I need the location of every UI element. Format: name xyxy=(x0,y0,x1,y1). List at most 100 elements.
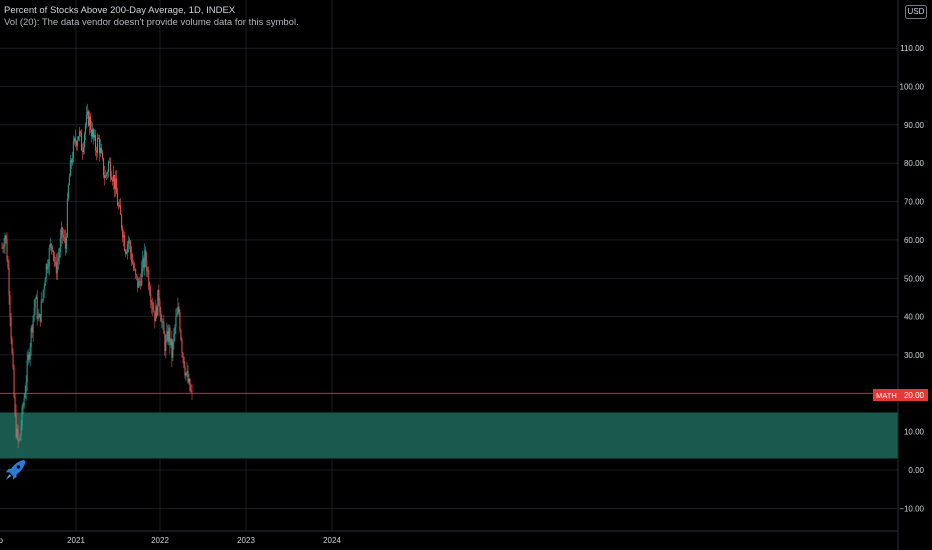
candle-body xyxy=(33,307,35,317)
candle-body xyxy=(92,129,94,138)
candle-body xyxy=(41,299,43,301)
candle-body xyxy=(151,302,153,305)
candle-body xyxy=(157,289,159,316)
candle-body xyxy=(86,111,88,115)
y-tick-label: 60.00 xyxy=(904,236,925,245)
candle-body xyxy=(172,341,174,358)
candle-body xyxy=(188,378,190,383)
candle-body xyxy=(133,263,135,269)
candle-body xyxy=(52,250,54,256)
candle-body xyxy=(54,261,56,263)
candle-body xyxy=(77,136,79,141)
candle-body xyxy=(64,238,66,249)
x-tick-label: 2022 xyxy=(151,536,169,545)
candle-body xyxy=(144,250,146,268)
candle-body xyxy=(99,138,101,153)
candle-body xyxy=(24,392,26,398)
candle-body xyxy=(90,129,92,137)
candle-body xyxy=(114,174,116,190)
candle-body xyxy=(111,177,113,180)
candle-body xyxy=(147,270,149,272)
candle-body xyxy=(13,367,15,397)
chart-legend[interactable]: Percent of Stocks Above 200-Day Average,… xyxy=(4,5,299,29)
candle-body xyxy=(135,269,137,275)
candle-body xyxy=(171,338,173,358)
y-tick-label: 30.00 xyxy=(904,351,925,360)
candle-body xyxy=(28,355,30,360)
price-tag-value: 20.00 xyxy=(904,391,925,400)
price-chart[interactable]: −10.00 0.00 10.00 20.00 30.00 40.00 50.00 60.00… xyxy=(0,0,932,550)
candle-body xyxy=(183,356,185,367)
candle-body xyxy=(155,306,157,322)
candle-body xyxy=(15,413,17,438)
candle-body xyxy=(75,141,77,146)
candle-body xyxy=(69,159,71,177)
candle-body xyxy=(91,129,93,137)
candle-body xyxy=(47,266,49,270)
candle-body xyxy=(21,406,23,427)
candle-body xyxy=(103,158,105,176)
candle-body xyxy=(189,378,191,391)
candle-body xyxy=(8,268,10,296)
candle-body xyxy=(95,150,97,153)
candle-body xyxy=(116,178,118,194)
candle-body xyxy=(110,162,112,178)
candle-body xyxy=(10,317,12,339)
candle-body xyxy=(84,124,86,135)
candle-body xyxy=(167,331,169,342)
candle-body xyxy=(17,428,19,441)
candle-body xyxy=(152,304,154,310)
candle-body xyxy=(83,134,85,148)
candle-body xyxy=(37,317,39,319)
candle-body xyxy=(9,295,11,318)
candle-body xyxy=(81,150,83,153)
candle-body xyxy=(173,333,175,342)
candle-body xyxy=(67,185,69,199)
candle-body xyxy=(181,340,183,354)
candle-body xyxy=(106,173,108,176)
candle-body xyxy=(112,179,114,182)
candle-body xyxy=(46,264,48,270)
x-tick-label: 2024 xyxy=(323,536,341,545)
candle-body xyxy=(161,321,163,323)
candle-body xyxy=(149,286,151,294)
symbol-title[interactable]: Percent of Stocks Above 200-Day Average,… xyxy=(4,5,299,17)
candle-body xyxy=(162,321,164,323)
candle-body xyxy=(176,313,178,317)
candle-body xyxy=(23,397,25,407)
candle-body xyxy=(126,251,128,254)
candle-body xyxy=(191,391,193,392)
candle-body xyxy=(55,262,57,274)
candle-body xyxy=(35,296,37,300)
candle-body xyxy=(178,306,180,313)
candle-body xyxy=(6,238,8,261)
candle-body xyxy=(113,174,115,182)
candle-body xyxy=(98,138,100,140)
candle-body xyxy=(82,147,84,153)
candle-body xyxy=(139,281,141,282)
candle-body xyxy=(48,247,50,267)
candle-body xyxy=(131,252,133,262)
candle-body xyxy=(118,205,120,207)
candle-body xyxy=(40,300,42,322)
candle-body xyxy=(150,293,152,303)
candle-body xyxy=(117,193,119,206)
candle-body xyxy=(175,316,177,327)
candle-body xyxy=(80,132,82,151)
candle-body xyxy=(25,382,27,393)
candle-body xyxy=(186,371,188,374)
candle-body xyxy=(14,396,16,414)
candle-body xyxy=(127,243,129,252)
candle-body xyxy=(39,314,41,322)
candle-body xyxy=(32,316,34,333)
candle-body xyxy=(169,327,171,346)
candle-body xyxy=(125,250,127,254)
candle-body xyxy=(34,299,36,308)
currency-badge[interactable]: USD xyxy=(905,5,927,19)
candle-body xyxy=(3,246,5,248)
candle-body xyxy=(27,355,29,361)
candle-body xyxy=(94,135,96,151)
candle-body xyxy=(145,250,147,260)
demand-zone[interactable] xyxy=(0,412,898,459)
candle-body xyxy=(166,331,168,340)
